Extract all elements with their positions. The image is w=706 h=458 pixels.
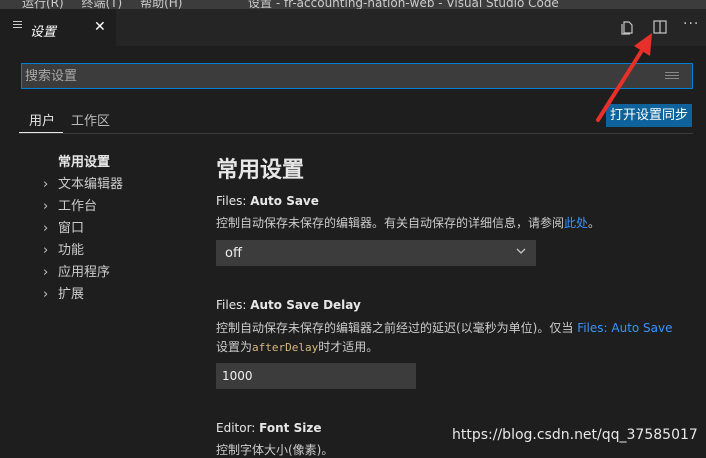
window-title: 设置 - fr-accounting-nation-web - Visual S… <box>248 0 559 9</box>
auto-save-delay-input[interactable] <box>222 363 408 389</box>
toc-item-label: 文本编辑器 <box>58 177 124 192</box>
setting-name: Auto Save <box>250 194 319 208</box>
setting-category: Files: <box>216 194 251 208</box>
toc-item-label: 窗口 <box>58 221 85 236</box>
select-value: off <box>225 246 242 261</box>
more-actions-icon[interactable]: ··· <box>683 16 701 34</box>
tab-title: 设置 <box>30 25 57 40</box>
toc-item-label: 功能 <box>58 243 85 258</box>
desc-text: 。 <box>588 216 601 230</box>
auto-save-select[interactable]: off <box>216 240 536 266</box>
setting-category: Files: <box>216 298 251 312</box>
toc-item-label: 工作台 <box>58 199 98 214</box>
tab-workspace[interactable]: 工作区 <box>71 110 110 129</box>
menu-bar: 运行(R) 终端(T) 帮助(H) <box>22 0 196 9</box>
menu-terminal[interactable]: 终端(T) <box>82 0 123 9</box>
code-value: afterDelay <box>252 341 319 354</box>
setting-category: Editor: <box>216 421 260 435</box>
toc-item-commonly-used[interactable]: 常用设置 <box>58 151 110 170</box>
watermark: https://blog.csdn.net/qq_37585017 <box>452 427 698 443</box>
toc-item-label: 常用设置 <box>58 155 111 170</box>
toc-item-extensions[interactable]: › 扩展 <box>43 283 84 302</box>
scope-divider <box>19 133 693 134</box>
active-tab-indicator <box>19 132 63 133</box>
scrollbar[interactable] <box>697 47 706 455</box>
chevron-right-icon: › <box>43 265 49 280</box>
close-icon[interactable]: ✕ <box>94 19 106 35</box>
setting-title-auto-save-delay: Files: Auto Save Delay <box>216 298 361 312</box>
setting-name: Font Size <box>259 421 322 435</box>
menu-run[interactable]: 运行(R) <box>22 0 64 9</box>
toc-item-text-editor[interactable]: › 文本编辑器 <box>43 173 123 192</box>
here-link[interactable]: 此处 <box>564 216 588 230</box>
auto-save-delay-input-box[interactable] <box>216 363 416 389</box>
setting-desc-auto-save-delay: 控制自动保存未保存的编辑器之前经过的延迟(以毫秒为单位)。仅当 Files: A… <box>216 319 673 336</box>
tab-user[interactable]: 用户 <box>29 110 55 129</box>
list-icon <box>13 21 22 31</box>
setting-name: Auto Save Delay <box>250 298 361 312</box>
chevron-right-icon: › <box>43 177 49 192</box>
annotation-arrow <box>596 33 652 122</box>
chevron-right-icon: › <box>43 287 49 302</box>
toc-item-label: 扩展 <box>58 287 85 302</box>
toc-item-workbench[interactable]: › 工作台 <box>43 195 97 214</box>
toc-item-application[interactable]: › 应用程序 <box>43 261 110 280</box>
chevron-down-icon <box>515 245 527 260</box>
setting-title-auto-save: Files: Auto Save <box>216 194 319 208</box>
filter-icon[interactable] <box>665 72 679 82</box>
setting-desc-auto-save: 控制自动保存未保存的编辑器。有关自动保存的详细信息，请参阅此处。 <box>216 214 600 231</box>
search-input[interactable] <box>25 64 645 88</box>
chevron-right-icon: › <box>43 199 49 214</box>
desc-text: 控制自动保存未保存的编辑器。有关自动保存的详细信息，请参阅 <box>216 216 565 230</box>
setting-title-font-size: Editor: Font Size <box>216 421 321 435</box>
auto-save-setting-link[interactable]: Files: Auto Save <box>577 321 672 335</box>
toc-item-label: 应用程序 <box>58 265 111 280</box>
setting-desc-auto-save-delay-2: 设置为afterDelay时才适用。 <box>216 338 378 355</box>
setting-desc-font-size: 控制字体大小(像素)。 <box>216 443 334 457</box>
toc-item-window[interactable]: › 窗口 <box>43 217 84 236</box>
toc-item-features[interactable]: › 功能 <box>43 239 84 258</box>
chevron-right-icon: › <box>43 221 49 236</box>
desc-text: 时才适用。 <box>318 340 379 354</box>
menu-help[interactable]: 帮助(H) <box>140 0 182 9</box>
chevron-right-icon: › <box>43 243 49 258</box>
section-title: 常用设置 <box>216 158 305 183</box>
desc-text: 控制自动保存未保存的编辑器之前经过的延迟(以毫秒为单位)。仅当 <box>216 321 578 335</box>
desc-text: 设置为 <box>216 340 253 354</box>
title-bar: 运行(R) 终端(T) 帮助(H) 设置 - fr-accounting-nat… <box>0 0 706 9</box>
